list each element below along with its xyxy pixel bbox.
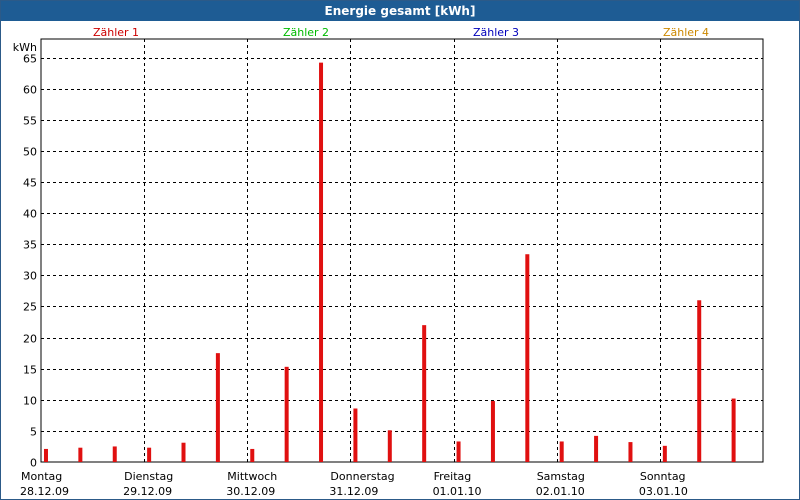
y-tick-label: 35 (23, 239, 37, 252)
legend-entry: Zähler 4 (663, 26, 709, 39)
bar (147, 447, 152, 462)
x-tick-label: Mittwoch (227, 470, 277, 483)
legend-entry: Zähler 1 (93, 26, 139, 39)
x-tick-date: 29.12.09 (123, 485, 172, 498)
y-tick-label: 20 (23, 333, 37, 346)
x-tick-date: 03.01.10 (639, 485, 688, 498)
bar (559, 441, 564, 462)
bar (594, 435, 599, 462)
y-tick-label: 25 (23, 301, 37, 314)
y-tick-label: 55 (23, 115, 37, 128)
y-tick-label: 10 (23, 395, 37, 408)
y-tick-label: 40 (23, 208, 37, 221)
x-tick-date: 28.12.09 (20, 485, 69, 498)
legend-entry: Zähler 2 (283, 26, 329, 39)
bar (697, 300, 702, 462)
chart-svg: 0 5 10 15 20 25 30 35 40 45 50 55 60 65kWh Zähler 1 Zäh… (13, 26, 764, 498)
y-axis-label: kWh (13, 41, 37, 54)
x-tick-label: Sonntag (640, 470, 686, 483)
chart-window: Energie gesamt [kWh] 0 5 10 15 20 25 30 35 40 45 5… (0, 0, 800, 500)
x-tick-label: Montag (21, 470, 62, 483)
y-tick-label: 0 (30, 457, 37, 470)
y-tick-label: 5 (30, 426, 37, 439)
y-tick-label: 50 (23, 146, 37, 159)
bar (250, 448, 255, 462)
bar (181, 442, 186, 462)
y-tick-label: 15 (23, 364, 37, 377)
x-tick-label: Samstag (537, 470, 585, 483)
bar (628, 442, 633, 462)
bar (525, 254, 530, 462)
bar (43, 448, 48, 462)
y-tick-label: 45 (23, 177, 37, 190)
bar (78, 447, 83, 462)
bar (215, 353, 220, 462)
bar (662, 445, 667, 462)
bar (731, 398, 736, 462)
x-tick-label: Donnerstag (330, 470, 394, 483)
bar (284, 366, 289, 462)
y-tick-label: 65 (23, 53, 37, 66)
x-tick-date: 02.01.10 (536, 485, 585, 498)
bar (490, 401, 495, 462)
bar (112, 446, 117, 462)
y-tick-label: 60 (23, 84, 37, 97)
x-tick-label: Freitag (434, 470, 472, 483)
x-tick-date: 30.12.09 (226, 485, 275, 498)
bar (422, 325, 427, 462)
x-tick-label: Dienstag (124, 470, 173, 483)
x-tick-date: 01.01.10 (433, 485, 482, 498)
bar (353, 408, 358, 462)
bar (319, 62, 324, 462)
bar (387, 430, 392, 462)
y-tick-label: 30 (23, 270, 37, 283)
x-tick-date: 31.12.09 (329, 485, 378, 498)
plot-area (40, 38, 764, 463)
bar (456, 441, 461, 462)
legend-entry: Zähler 3 (473, 26, 519, 39)
